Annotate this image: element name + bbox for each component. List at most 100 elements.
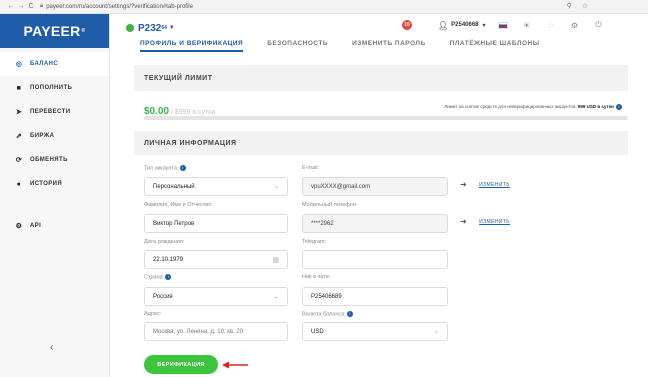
chevron-down-icon: ⌄ bbox=[273, 184, 279, 190]
limit-card-header: ТЕКУЩИЙ ЛИМИТ bbox=[134, 65, 628, 91]
account-id: P2540668 bbox=[451, 22, 479, 28]
tab-profile-verification[interactable]: ПРОФИЛЬ И ВЕРИФИКАЦИЯ bbox=[140, 40, 244, 52]
currency-label-text: Валюта баланса: bbox=[302, 311, 346, 318]
sidebar-item-label: ПОПОЛНИТЬ bbox=[30, 85, 73, 91]
sidebar-item-label: БИРЖА bbox=[30, 133, 55, 139]
sidebar-item-label: API bbox=[30, 223, 42, 229]
chat-nick-field[interactable]: P25406689 bbox=[302, 287, 448, 306]
status-dot-icon bbox=[126, 24, 134, 32]
limit-progress-bar bbox=[144, 116, 628, 120]
wallet-icon: ◎ bbox=[15, 61, 23, 68]
history-icon: ● bbox=[16, 180, 22, 188]
bookmark-star-icon[interactable]: ☆ bbox=[582, 2, 588, 10]
phone-value: ****2962 bbox=[311, 220, 334, 227]
account-dropdown[interactable]: 👤︎ P2540668 ▾ bbox=[438, 21, 486, 30]
browser-toolbar: ← → C 🔒︎ payeer.com/ru/account/settings/… bbox=[0, 0, 648, 14]
currency-label: Валюта баланса: i bbox=[302, 311, 353, 317]
sidebar: PAYEER ® ◎ БАЛАНС ■ ПОПОЛНИТЬ ➤ ПЕРЕВЕСТИ… bbox=[0, 14, 110, 377]
collapse-sidebar-icon[interactable]: ‹ bbox=[50, 342, 53, 353]
sidebar-item-transfer[interactable]: ➤ ПЕРЕВЕСТИ bbox=[0, 100, 109, 124]
send-icon: ➤ bbox=[15, 109, 23, 116]
balance-amount: P232 bbox=[138, 22, 162, 34]
sidebar-item-balance[interactable]: ◎ БАЛАНС bbox=[0, 52, 109, 76]
sidebar-item-history[interactable]: ● ИСТОРИЯ bbox=[0, 172, 109, 196]
settings-tabs: ПРОФИЛЬ И ВЕРИФИКАЦИЯ БЕЗОПАСНОСТЬ ИЗМЕН… bbox=[140, 40, 564, 52]
verification-button[interactable]: ВЕРИФИКАЦИЯ bbox=[144, 355, 218, 374]
tab-security[interactable]: БЕЗОПАСНОСТЬ bbox=[267, 40, 328, 52]
address-bar[interactable]: 🔒︎ payeer.com/ru/account/settings/?verif… bbox=[40, 3, 193, 10]
email-value: vpuXXXX@gmail.com bbox=[311, 183, 371, 190]
tab-payment-templates[interactable]: ПЛАТЁЖНЫЕ ШАБЛОНЫ bbox=[450, 40, 540, 52]
chevron-down-icon: ▼ bbox=[168, 25, 175, 31]
search-icon[interactable]: ⚲ bbox=[567, 2, 572, 10]
back-button[interactable]: ← bbox=[6, 3, 16, 10]
country-select[interactable]: Россия ⌄ bbox=[144, 287, 288, 306]
sidebar-item-swap[interactable]: ⟳ ОБМЕНЯТЬ bbox=[0, 148, 109, 172]
account-type-label: Тип аккаунта: i bbox=[144, 165, 186, 171]
sidebar-item-label: ПЕРЕВЕСТИ bbox=[30, 109, 71, 115]
gear-icon[interactable]: ⚙ bbox=[570, 21, 580, 30]
full-name-field[interactable]: Виктор Петров bbox=[144, 214, 288, 233]
url-text: payeer.com/ru/account/settings/?verifica… bbox=[46, 3, 193, 10]
account-type-select[interactable]: Персональный ⌄ bbox=[144, 177, 288, 196]
address-label: Адрес: bbox=[144, 311, 162, 317]
theme-sun-icon[interactable]: ☀ bbox=[522, 21, 532, 30]
forward-button[interactable]: → bbox=[16, 3, 26, 10]
sidebar-item-label: ОБМЕНЯТЬ bbox=[30, 157, 68, 163]
phone-label: Мобильный телефон: bbox=[302, 202, 358, 208]
support-icon[interactable]: ◌ bbox=[546, 21, 556, 30]
full-name-value: Виктор Петров bbox=[153, 220, 195, 227]
info-icon[interactable]: i bbox=[179, 165, 186, 171]
deposit-icon: ■ bbox=[16, 84, 22, 92]
logo-text: PAYEER bbox=[23, 23, 81, 39]
account-type-label-text: Тип аккаунта: bbox=[144, 165, 179, 172]
change-email-text: ИЗМЕНИТЬ bbox=[479, 181, 510, 188]
tab-change-password[interactable]: ИЗМЕНИТЬ ПАРОЛЬ bbox=[352, 40, 426, 52]
limit-note-value: 999 USD в сутки bbox=[577, 104, 614, 110]
lock-icon: 🔒︎ bbox=[40, 3, 44, 9]
change-phone-text: ИЗМЕНИТЬ bbox=[479, 218, 510, 225]
sidebar-item-label: БАЛАНС bbox=[30, 61, 59, 67]
info-icon[interactable]: i bbox=[165, 274, 172, 280]
arrow-right-icon: ➜ bbox=[460, 217, 468, 226]
address-value: Москва, ул. Ленина, д. 10, кв. 20 bbox=[153, 328, 244, 335]
currency-value: USD bbox=[311, 328, 324, 335]
phone-field: ****2962 bbox=[302, 214, 448, 233]
country-label: Страна: i bbox=[144, 274, 172, 281]
limit-total: / $999 в сутки bbox=[169, 109, 216, 116]
info-icon[interactable]: i bbox=[616, 104, 622, 110]
limit-note-text: Лимит на снятие средств для неверифициро… bbox=[444, 104, 578, 110]
balance-dropdown[interactable]: P232 64 ▼ bbox=[126, 23, 175, 34]
payeer-logo[interactable]: PAYEER ® bbox=[0, 14, 109, 48]
calendar-icon[interactable]: ▦ bbox=[272, 256, 279, 264]
country-label-text: Страна: bbox=[144, 274, 165, 281]
balance-cents: 64 bbox=[161, 25, 167, 31]
chat-nick-label: Ник в чате: bbox=[302, 274, 331, 280]
country-value: Россия bbox=[153, 293, 173, 300]
limit-note: Лимит на снятие средств для неверифициро… bbox=[444, 104, 622, 110]
birth-date-field[interactable]: 22.10.1979 ▦ bbox=[144, 250, 288, 269]
info-icon[interactable]: i bbox=[346, 311, 353, 317]
sidebar-item-exchange-market[interactable]: ⇗ БИРЖА bbox=[0, 124, 109, 148]
notifications-badge[interactable]: 10 bbox=[402, 20, 412, 30]
telegram-field[interactable] bbox=[302, 250, 448, 269]
full-name-label: Фамилия, Имя и Отчество: bbox=[144, 202, 213, 208]
birth-date-value: 22.10.1979 bbox=[153, 256, 184, 263]
email-label: E-mail: bbox=[302, 165, 320, 171]
logout-power-icon[interactable]: ⏻ bbox=[594, 20, 604, 30]
russian-flag-icon[interactable] bbox=[497, 21, 508, 29]
sidebar-item-deposit[interactable]: ■ ПОПОЛНИТЬ bbox=[0, 76, 109, 100]
change-phone-link[interactable]: ➜ ИЗМЕНИТЬ bbox=[460, 217, 510, 226]
reload-button[interactable]: C bbox=[26, 3, 36, 10]
top-header: P232 64 ▼ 10 👤︎ P2540668 ▾ ☀ ◌ ⚙ ⏻ bbox=[110, 14, 648, 42]
address-field[interactable]: Москва, ул. Ленина, д. 10, кв. 20 bbox=[144, 322, 288, 341]
red-arrow-annotation-icon bbox=[222, 361, 248, 369]
chevron-down-icon: ⌄ bbox=[433, 329, 439, 335]
birth-date-label: Дата рождения: bbox=[144, 239, 185, 245]
email-field: vpuXXXX@gmail.com bbox=[302, 177, 448, 196]
currency-select[interactable]: USD ⌄ bbox=[302, 322, 448, 341]
change-email-link[interactable]: ➜ ИЗМЕНИТЬ bbox=[460, 180, 510, 189]
sidebar-item-api[interactable]: ⚙ API bbox=[0, 214, 109, 238]
sidebar-menu: ◎ БАЛАНС ■ ПОПОЛНИТЬ ➤ ПЕРЕВЕСТИ ⇗ БИРЖА… bbox=[0, 52, 109, 238]
chat-nick-value: P25406689 bbox=[311, 293, 342, 300]
